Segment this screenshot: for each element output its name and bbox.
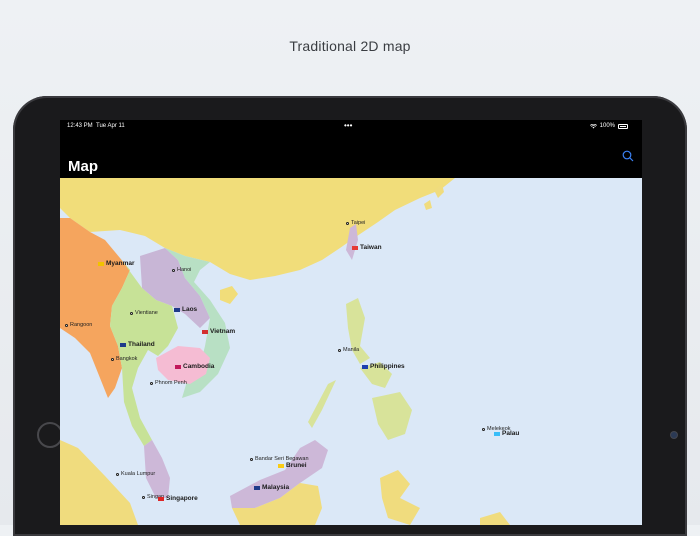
flag-icon: [362, 364, 368, 369]
city-name: Taipei: [351, 220, 366, 226]
country-name: Thailand: [128, 341, 155, 348]
multitasking-dots[interactable]: •••: [344, 121, 352, 130]
search-icon[interactable]: [622, 150, 634, 162]
country-name: Taiwan: [360, 244, 382, 251]
country-name: Brunei: [286, 462, 307, 469]
city-label-phnom-penh[interactable]: Phnom Penh: [150, 380, 187, 386]
city-label-vientiane[interactable]: Vientiane: [130, 310, 158, 316]
city-label-manila[interactable]: Manila: [338, 347, 359, 353]
country-label-philippines[interactable]: Philippines: [362, 363, 405, 370]
country-name: Myanmar: [106, 260, 135, 267]
country-label-laos[interactable]: Laos: [174, 306, 197, 313]
city-label-bangkok[interactable]: Bangkok: [111, 356, 137, 362]
status-right: 100%: [589, 123, 628, 129]
country-name: Vietnam: [210, 328, 236, 335]
city-name: Kuala Lumpur: [121, 471, 156, 477]
navigation-bar: Map: [60, 134, 642, 178]
city-label-kuala-lumpur[interactable]: Kuala Lumpur: [116, 471, 155, 477]
country-label-taiwan[interactable]: Taiwan: [352, 244, 382, 251]
city-name: Bangkok: [116, 356, 138, 362]
status-time-value: 12:43 PM: [67, 123, 93, 129]
flag-icon: [254, 485, 260, 490]
battery-icon: [618, 123, 628, 129]
country-label-cambodia[interactable]: Cambodia: [175, 363, 214, 370]
flag-icon: [120, 342, 126, 347]
flag-icon: [98, 261, 104, 266]
app-screen: 12:43 PM Tue Apr 11 ••• 100% Map Taipei …: [60, 120, 642, 525]
country-name: Palau: [502, 430, 520, 437]
map-view[interactable]: Taipei Taiwan Hanoi Myanmar Vientiane La…: [60, 178, 642, 525]
city-name: Hanoi: [177, 267, 192, 273]
page-caption: Traditional 2D map: [289, 38, 411, 54]
flag-icon: [202, 329, 208, 334]
country-name: Laos: [182, 306, 198, 313]
city-dot: [250, 457, 253, 461]
city-name: Manila: [343, 347, 360, 353]
flag-icon: [278, 463, 284, 468]
city-dot: [142, 495, 145, 499]
country-label-thailand[interactable]: Thailand: [120, 341, 155, 348]
country-label-singapore[interactable]: Singapore: [158, 495, 198, 502]
country-name: Cambodia: [183, 363, 215, 370]
city-label-rangoon[interactable]: Rangoon: [65, 322, 92, 328]
city-name: Vientiane: [135, 310, 158, 316]
status-date: Tue Apr 11: [96, 123, 125, 129]
country-label-vietnam[interactable]: Vietnam: [202, 328, 235, 335]
city-name: Phnom Penh: [155, 380, 187, 386]
country-name: Malaysia: [262, 484, 290, 491]
page-title: Map: [68, 158, 98, 175]
city-dot: [130, 311, 133, 315]
country-label-palau[interactable]: Palau: [494, 430, 519, 437]
battery-percent: 100%: [599, 123, 615, 129]
city-dot: [116, 472, 119, 476]
wifi-icon: [589, 123, 597, 128]
flag-icon: [175, 364, 181, 369]
city-dot: [172, 268, 175, 272]
city-name: Rangoon: [70, 322, 93, 328]
flag-icon: [174, 307, 180, 312]
flag-icon: [494, 431, 500, 436]
country-label-brunei[interactable]: Brunei: [278, 462, 307, 469]
country-name: Philippines: [370, 363, 405, 370]
status-bar: 12:43 PM Tue Apr 11 ••• 100%: [60, 120, 642, 134]
camera-icon: [671, 432, 677, 438]
status-time: 12:43 PM Tue Apr 11: [67, 123, 125, 129]
flag-icon: [158, 496, 164, 501]
flag-icon: [352, 245, 358, 250]
city-dot: [346, 221, 349, 225]
city-label-taipei[interactable]: Taipei: [346, 220, 365, 226]
city-dot: [338, 348, 341, 352]
country-name: Singapore: [166, 495, 198, 502]
city-dot: [150, 381, 153, 385]
country-label-myanmar[interactable]: Myanmar: [98, 260, 135, 267]
country-label-malaysia[interactable]: Malaysia: [254, 484, 289, 491]
city-dot: [65, 323, 68, 327]
city-label-hanoi[interactable]: Hanoi: [172, 267, 191, 273]
city-dot: [482, 427, 485, 431]
city-dot: [111, 357, 114, 361]
